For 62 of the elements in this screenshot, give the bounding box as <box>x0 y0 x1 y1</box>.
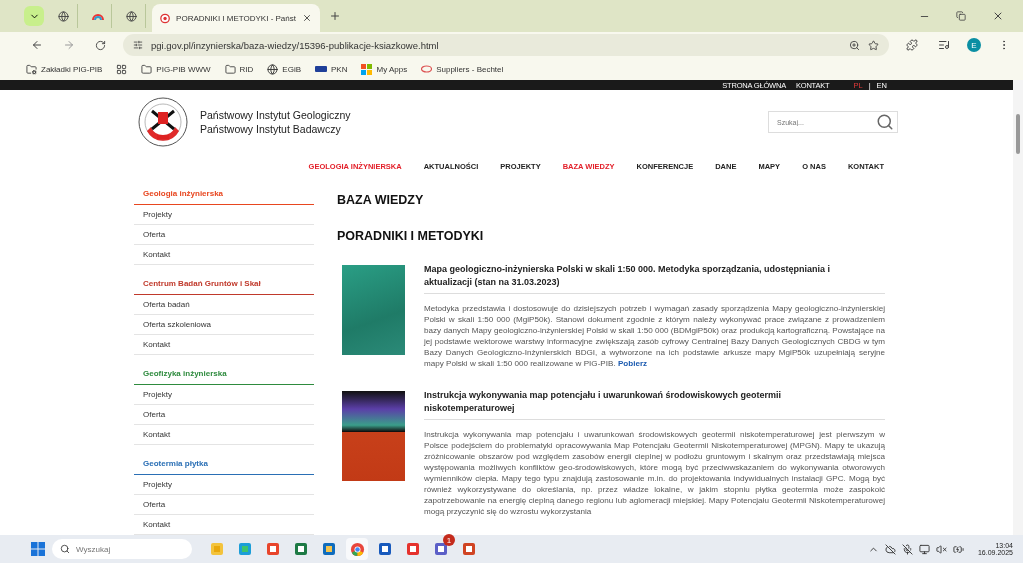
four-squares-icon <box>361 63 373 75</box>
institute-emblem-drawing <box>138 97 188 147</box>
volume-muted-icon[interactable] <box>935 543 947 555</box>
notification-badge: 1 <box>443 534 455 546</box>
site-settings-icon[interactable] <box>133 40 143 50</box>
apps-grid-icon[interactable] <box>116 63 128 75</box>
close-icon[interactable] <box>302 13 312 23</box>
publication-title[interactable]: Mapa geologiczno-inżynierska Polski w skali 1:50 000. Metodyka sporządzania, udostępniania i aktualizacji (stan na 31.03.2023) <box>424 261 885 289</box>
search-icon <box>60 544 70 554</box>
sidebar-item[interactable]: Kontakt <box>134 335 314 355</box>
bookmark[interactable]: My Apps <box>361 63 408 75</box>
globe-icon <box>126 10 137 22</box>
rainbow-icon <box>91 12 104 20</box>
bookmark[interactable]: Zakładki PIG-PIB <box>26 63 103 75</box>
globe-icon <box>267 63 279 75</box>
taskbar-app[interactable] <box>346 538 368 560</box>
cloud-off-icon[interactable] <box>884 543 896 555</box>
bookmark[interactable]: PIG-PIB WWW <box>141 63 211 75</box>
sidebar-heading[interactable]: Geofizyka inżynierska <box>134 363 314 385</box>
sidebar-item[interactable]: Oferta <box>134 405 314 425</box>
app-icon <box>266 542 280 556</box>
scrollbar[interactable] <box>1013 80 1023 535</box>
sidebar-item[interactable]: Kontakt <box>134 425 314 445</box>
publication-description: Metodyka przedstawia i dostosowuje do dzisiejszych potrzeb i wymagań zasady sporządzenia Mapy geologiczno-inżynierskiej Polski w skali 1:50 000 (MgiP50k). Stanowi dokument zgodnie z którym należy wykonywać prace związane z prowadzeniem bazy danych Mapy geologiczno-inżynierskiej Polski w skali 1:50 000 (BDMgiP50k) oraz produkcją kartograficzną. Powstające na jej podstawie wektorowe warstwy informacyjne zwiększają zasób cyfrowy Centralnej Bazy Danych Geologicznych CBDG w tym Bazy Danych Geologiczno-Inżynierskich BDGI, a wytworzone na ich podstawie arkusze mapy MgiP50k uzupełniają seryjne mapy Polski w skali 1:50 000 realizowane w PIG-PIB. Pobierz <box>424 303 885 369</box>
app-icon <box>406 542 420 556</box>
sidebar-item[interactable]: Oferta badań <box>134 295 314 315</box>
network-icon[interactable] <box>918 543 930 555</box>
institute-name: Państwowy Instytut Geologiczny <box>200 109 352 121</box>
sidebar-item[interactable]: Kontakt <box>134 245 314 265</box>
battery-icon[interactable] <box>952 543 964 555</box>
zoom-icon[interactable] <box>849 39 860 51</box>
browser-tab[interactable]: PORADNIKI I METODYKI - Państ <box>152 4 320 32</box>
bookmark[interactable]: Suppliers - Bechtel <box>421 64 504 74</box>
address-bar[interactable]: pgi.gov.pl/inzynierska/baza-wiedzy/15396-publikacje-ksiazkowe.html <box>123 34 889 56</box>
emblem-icon <box>160 12 171 24</box>
sidebar-heading[interactable]: Centrum Badań Gruntów i Skał <box>134 273 314 295</box>
bookmark[interactable]: EGiB <box>267 63 302 75</box>
download-link[interactable]: Pobierz <box>617 359 648 368</box>
bookmark[interactable]: RID <box>224 63 254 75</box>
start-icon[interactable] <box>30 541 46 557</box>
bookmark-star-icon[interactable] <box>868 39 879 51</box>
publication-description: Instrukcja wykonywania map potencjału i uwarunkowań środowiskowych geotermii niskotemperaturowej jest pierwszym w Polsce podejściem do problematyki opracowywania Map Potencjału Geotermii Niskotemperaturowej (MPGN). Mapy te ukazują zróżnicowanie obszarów pod względem zasobów energii cieplnej w podłożu gruntowym i skalnym oraz przedstawiają miejsca występowania możliwych konfliktów geo-środowiskowych, które mogą być przeciwwskazaniem do wykonywania otworowych wymienników ciepła. Mapy tego typu znajdują zastosowanie m.in. do projektowania indywidualnych instalacji GPC. Mogą być również wykorzystywane do określania, np. przez władze lokalne, w jakim stopniu płytka geotermia może zaspokoić zapotrzebowanie na energię cieplną danego regionu lub aglomeracji miejskiej. Mapy Potencjału Geotermii Niskotemperaturowej mogą przyczynić się do wzrostu wykorzystania <box>424 429 885 517</box>
sidebar-item[interactable]: Oferta <box>134 495 314 515</box>
chrome-icon <box>349 541 365 557</box>
restore-icon[interactable] <box>956 11 966 21</box>
folder-gear-icon <box>26 63 37 75</box>
section-title: BAZA WIEDZY <box>337 193 425 207</box>
profile-avatar[interactable]: E <box>967 38 981 52</box>
sidebar-item[interactable]: Projekty <box>134 385 314 405</box>
publication-title[interactable]: Instrukcja wykonywania map potencjału i uwarunkowań środowiskowych geotermii niskotemperaturowej <box>424 387 885 415</box>
mic-off-icon[interactable] <box>901 543 913 555</box>
sidebar-item[interactable]: Oferta szkoleniowa <box>134 315 314 335</box>
taskbar-search-field[interactable]: Wyszukaj <box>52 539 192 559</box>
sidebar-heading[interactable]: Geotermia płytka <box>134 453 314 475</box>
bookmark[interactable]: PKN <box>315 64 348 74</box>
institute-name: Państwowy Instytut Badawczy <box>200 123 342 135</box>
sidebar-item[interactable]: Projekty <box>134 475 314 495</box>
sidebar-heading[interactable]: Geologia inżynierska <box>134 183 314 205</box>
page-heading: PORADNIKI I METODYKI <box>337 229 485 243</box>
sidebar-item[interactable]: Projekty <box>134 205 314 225</box>
sidebar-item[interactable]: Oferta <box>134 225 314 245</box>
globe-icon <box>58 10 69 22</box>
